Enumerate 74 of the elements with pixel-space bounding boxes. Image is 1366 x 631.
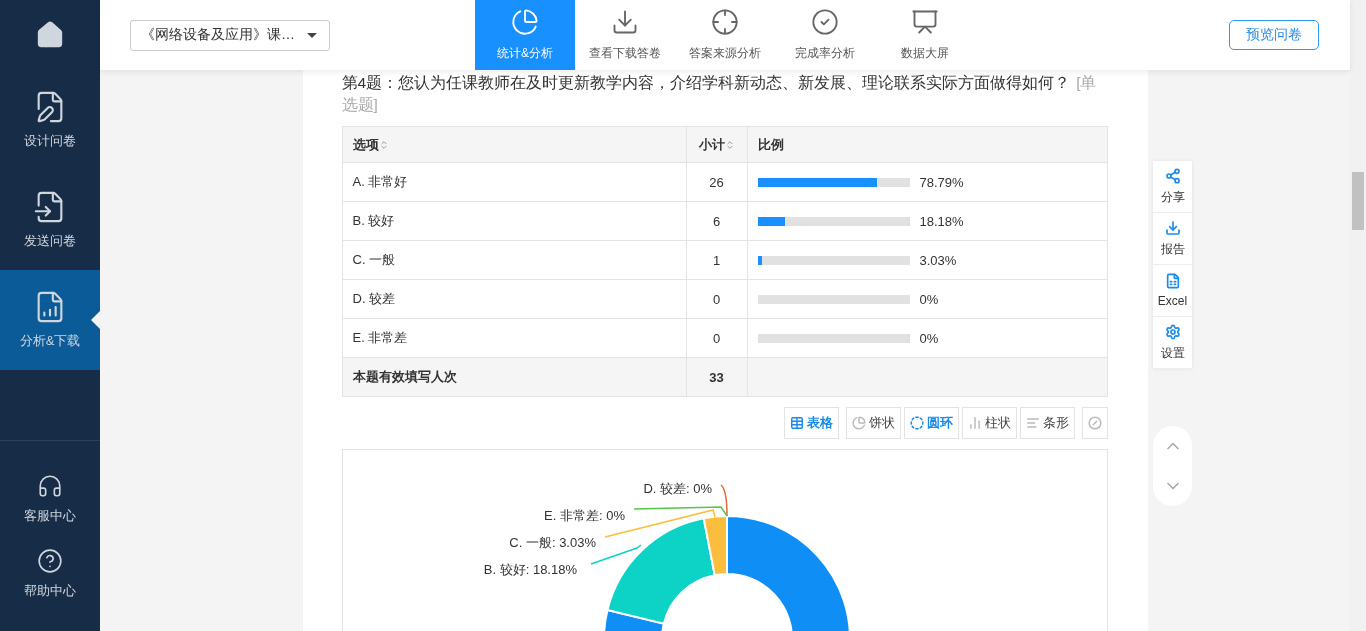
question-text: 第4题：您认为任课教师在及时更新教学内容，介绍学科新动态、新发展、理论联系实际方面做得如何？ [单选题] — [341, 73, 1098, 115]
settings-icon — [1164, 323, 1181, 340]
table-cell: D. 较差 — [342, 279, 686, 319]
table-cell: E. 非常差 — [342, 318, 686, 358]
bar-chart-icon — [1025, 416, 1040, 430]
table-cell: 0 — [686, 279, 747, 319]
download-icon — [611, 8, 639, 36]
table-cell: C. 一般 — [342, 240, 686, 280]
sidebar-item[interactable]: 帮助中心 — [0, 536, 100, 611]
pie-chart-icon — [511, 8, 539, 36]
headset-icon — [37, 472, 63, 499]
chart-type-button[interactable]: 表格 — [783, 407, 839, 439]
tool-button[interactable]: Excel — [1153, 265, 1192, 317]
percent-text: 0% — [919, 291, 939, 307]
home-icon — [35, 20, 65, 50]
slice-label: B. 较好: 18.18% — [483, 562, 577, 577]
tool-button[interactable]: 报告 — [1153, 213, 1192, 265]
check-circle-icon — [811, 8, 839, 36]
table-cell: B. 较好 — [342, 201, 686, 241]
table-cell: 本题有效填写人次 — [342, 357, 686, 397]
table-cell: 26 — [686, 162, 747, 202]
table-icon — [789, 416, 804, 430]
percent-text: 18.18% — [919, 213, 964, 229]
sidebar-item[interactable]: 客服中心 — [0, 461, 100, 536]
help-icon — [37, 547, 63, 574]
share-icon — [1164, 167, 1181, 184]
sidebar-item[interactable]: 发送问卷 — [0, 170, 100, 270]
percent-text: 3.03% — [919, 252, 957, 268]
table-cell: 33 — [686, 357, 747, 397]
tool-button[interactable]: 分享 — [1153, 161, 1192, 213]
scrollbar[interactable] — [1350, 0, 1366, 631]
caret-icon — [307, 32, 317, 38]
sidebar-label: 分析&下载 — [19, 332, 81, 350]
percent-text: 0% — [919, 330, 939, 346]
chart-type-button[interactable]: 柱状 — [961, 407, 1017, 439]
pie-chart-icon — [851, 416, 866, 430]
table-cell: 1 — [686, 240, 747, 280]
ring-icon — [909, 416, 924, 430]
sort-icon — [724, 139, 735, 150]
chart-type-button[interactable]: 圆环 — [903, 407, 959, 439]
column-chart-icon — [967, 416, 982, 430]
survey-select[interactable]: 《网络设备及应用》课… — [130, 19, 330, 51]
nav-tab[interactable]: 数据大屏 — [875, 0, 975, 70]
download-icon — [1164, 219, 1181, 236]
slice-label: E. 非常差: 0% — [543, 508, 625, 523]
table-cell: 0 — [686, 318, 747, 358]
column-header[interactable]: 选项 — [342, 126, 686, 163]
nav-tab[interactable]: 答案来源分析 — [675, 0, 775, 70]
sidebar-label: 帮助中心 — [24, 581, 76, 600]
chart-type-button[interactable]: 饼状 — [845, 407, 901, 439]
sort-icon — [378, 139, 389, 150]
sidebar-item[interactable]: 设计问卷 — [0, 70, 100, 170]
monitor-chart-icon — [911, 8, 939, 36]
table-cell: A. 非常好 — [342, 162, 686, 202]
chart-type-button[interactable]: 条形 — [1019, 407, 1075, 439]
nav-tab[interactable]: 完成率分析 — [775, 0, 875, 70]
nav-tab[interactable]: 查看下载答卷 — [575, 0, 675, 70]
tool-button[interactable]: 设置 — [1153, 317, 1192, 369]
slice-label: D. 较差: 0% — [642, 481, 712, 496]
sidebar-label: 客服中心 — [24, 506, 76, 525]
slice-label: C. 一般: 3.03% — [508, 535, 596, 550]
scrollbar-thumb[interactable] — [1352, 172, 1364, 230]
percent-text: 78.79% — [919, 174, 964, 190]
sidebar-item[interactable]: 分析&下载 — [0, 270, 100, 370]
chart-type-button[interactable] — [1081, 407, 1108, 439]
table-cell: 6 — [686, 201, 747, 241]
column-header[interactable]: 小计 — [686, 126, 747, 163]
sidebar-label: 设计问卷 — [24, 132, 76, 150]
spreadsheet-icon — [1164, 273, 1181, 289]
crosshair-icon — [711, 8, 739, 36]
column-header: 比例 — [747, 126, 1107, 163]
slash-circle-icon — [1087, 416, 1102, 430]
sidebar-label: 发送问卷 — [24, 232, 76, 250]
preview-button[interactable]: 预览问卷 — [1229, 20, 1319, 50]
